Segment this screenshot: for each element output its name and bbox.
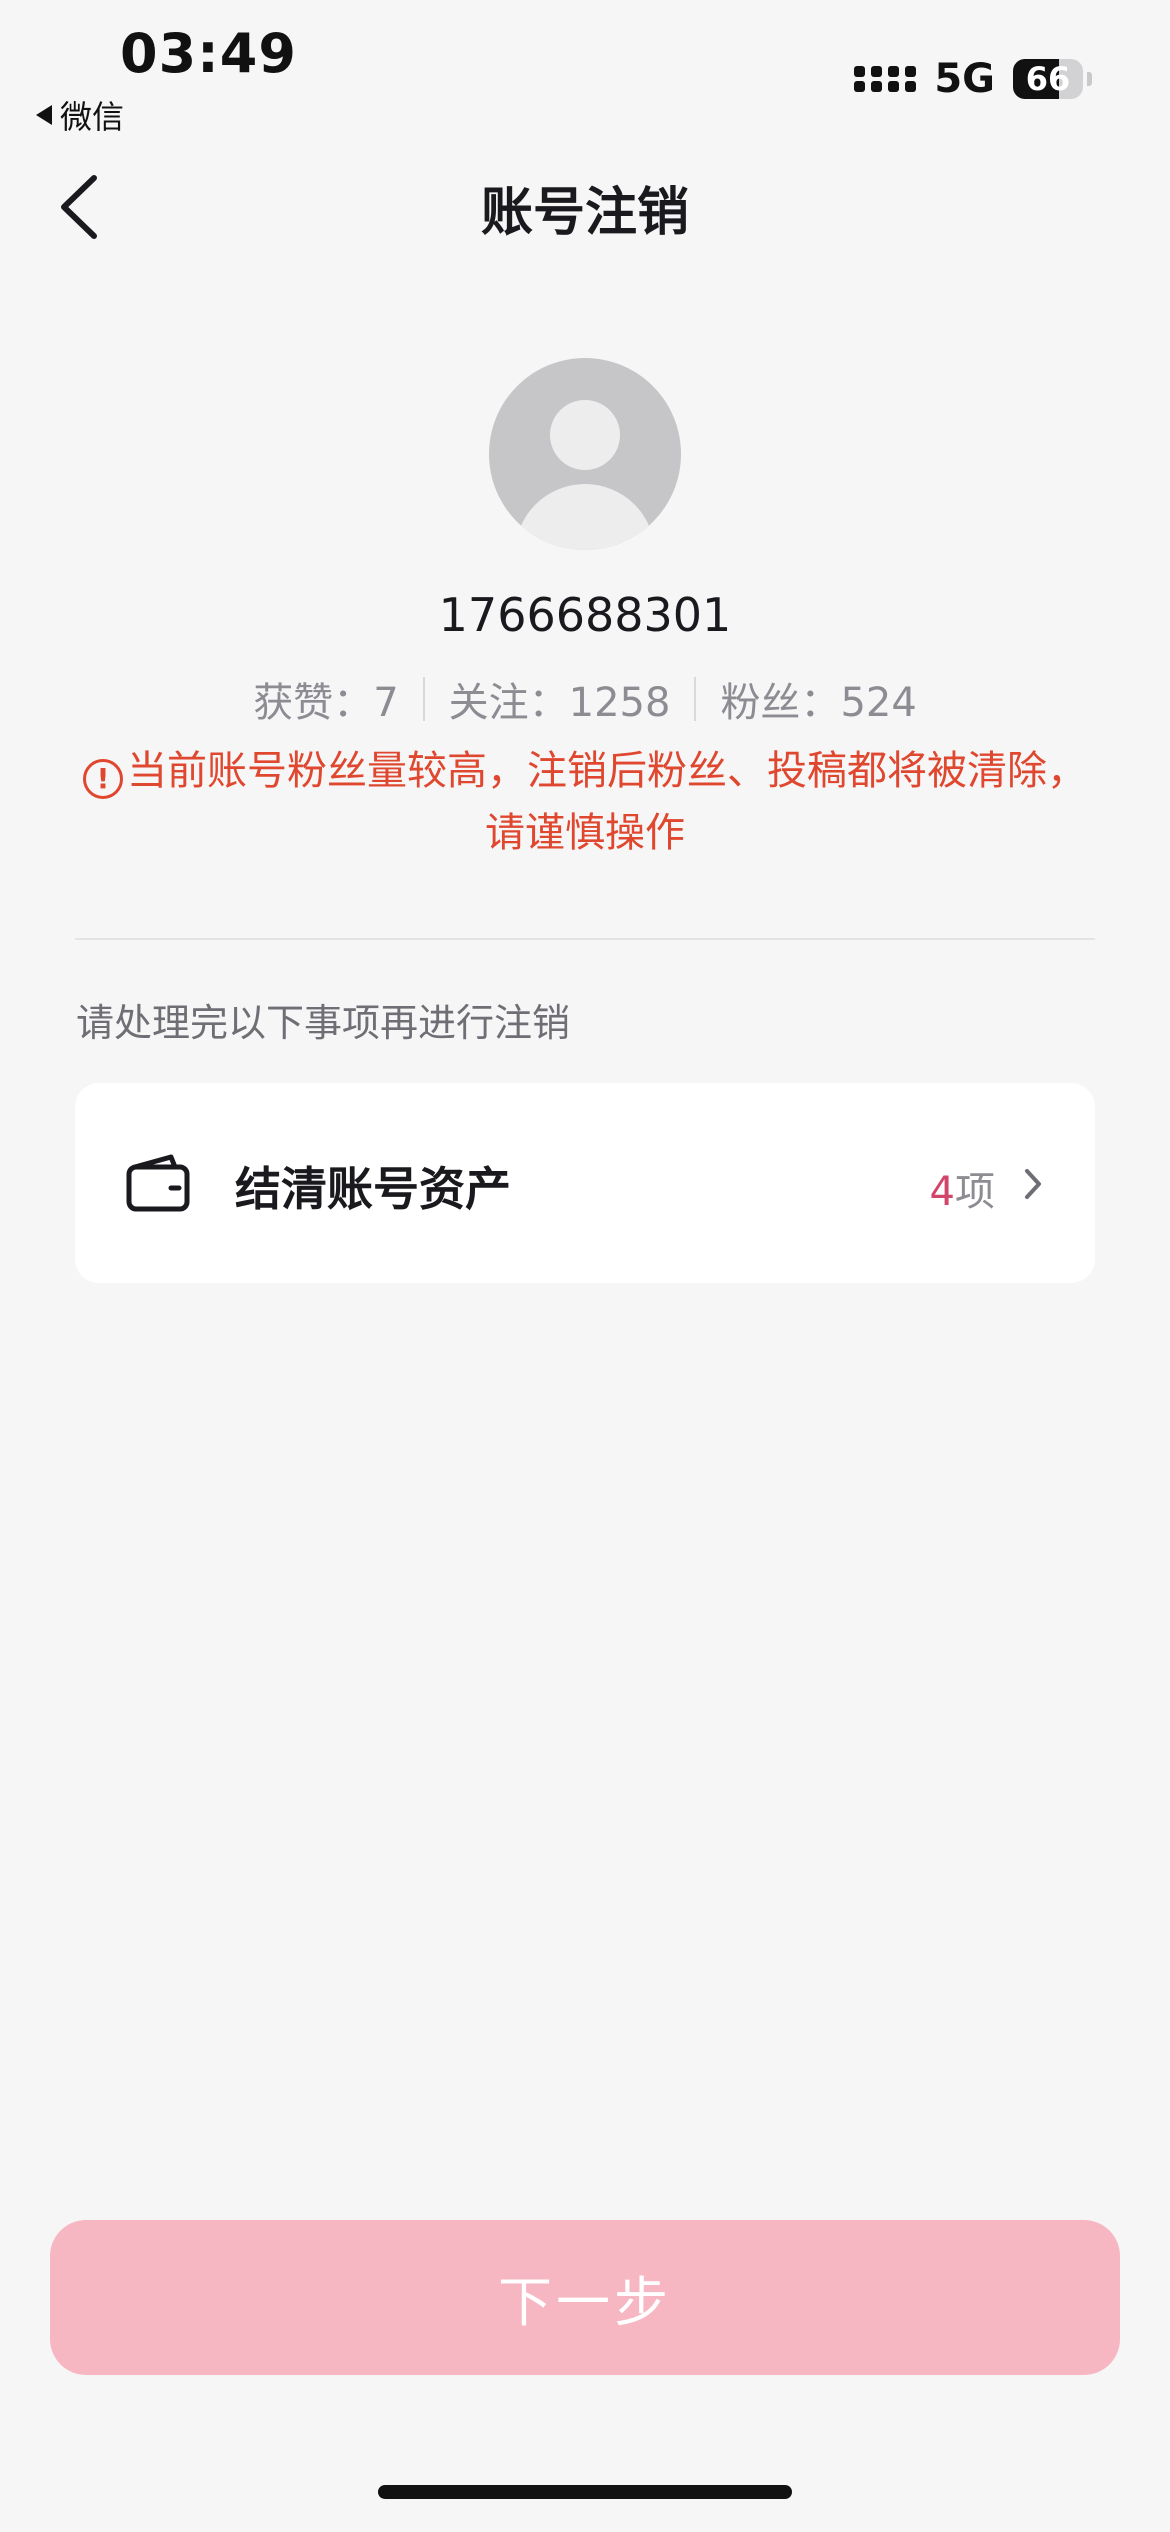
next-step-label: 下一步 bbox=[498, 2273, 672, 2333]
battery-cap bbox=[1087, 72, 1092, 86]
asset-count: 4项 bbox=[930, 1159, 995, 1217]
stat-following-value: 1258 bbox=[568, 680, 671, 726]
user-id: 1766688301 bbox=[438, 588, 732, 642]
stat-likes: 获赞：7 bbox=[253, 670, 398, 728]
battery-icon: 66 bbox=[1013, 59, 1083, 99]
warning-message: ! 当前账号粉丝量较高，注销后粉丝、投稿都将被清除，请谨慎操作 bbox=[70, 740, 1100, 864]
asset-count-number: 4 bbox=[929, 1169, 955, 1215]
stat-following: 关注：1258 bbox=[449, 670, 671, 728]
section-label: 请处理完以下事项再进行注销 bbox=[76, 1001, 571, 1045]
stats-row: 获赞：7 关注：1258 粉丝：524 bbox=[0, 670, 1170, 728]
return-app-name: 微信 bbox=[60, 98, 125, 136]
network-type: 5G bbox=[934, 56, 995, 102]
settle-assets-label: 结清账号资产 bbox=[235, 1162, 511, 1216]
return-to-app-link[interactable]: 微信 bbox=[36, 92, 124, 138]
signal-strength-icon bbox=[854, 66, 917, 92]
wallet-icon bbox=[126, 1154, 190, 1212]
stat-likes-value: 7 bbox=[373, 680, 399, 726]
home-indicator bbox=[378, 2485, 792, 2499]
battery-percentage: 66 bbox=[1025, 60, 1071, 98]
stat-followers: 粉丝：524 bbox=[720, 670, 916, 728]
warning-text: 当前账号粉丝量较高，注销后粉丝、投稿都将被清除，请谨慎操作 bbox=[127, 748, 1087, 856]
stat-divider bbox=[422, 677, 425, 721]
next-step-button[interactable]: 下一步 bbox=[50, 2220, 1120, 2375]
settle-assets-item[interactable]: 结清账号资产 4项 bbox=[75, 1083, 1095, 1283]
avatar bbox=[489, 358, 681, 550]
stat-divider bbox=[694, 677, 697, 721]
divider bbox=[75, 938, 1095, 940]
stat-followers-value: 524 bbox=[840, 680, 917, 726]
warning-circle-icon: ! bbox=[83, 759, 123, 799]
status-indicators: 5G 66 bbox=[854, 56, 1092, 102]
stat-following-label: 关注： bbox=[448, 680, 569, 726]
stat-likes-label: 获赞： bbox=[253, 680, 374, 726]
asset-count-unit: 项 bbox=[955, 1169, 995, 1215]
avatar-head-shape bbox=[550, 400, 620, 470]
page-title: 账号注销 bbox=[480, 183, 689, 243]
avatar-body-shape bbox=[515, 484, 655, 550]
stat-followers-label: 粉丝： bbox=[720, 680, 841, 726]
status-time: 03:49 bbox=[120, 22, 297, 85]
back-triangle-icon bbox=[36, 105, 52, 125]
chevron-right-icon bbox=[1025, 1169, 1041, 1199]
account-cancellation-page: 03:49 微信 5G 66 账号注销 1766688301 获赞：7 关注：1… bbox=[0, 0, 1170, 2532]
